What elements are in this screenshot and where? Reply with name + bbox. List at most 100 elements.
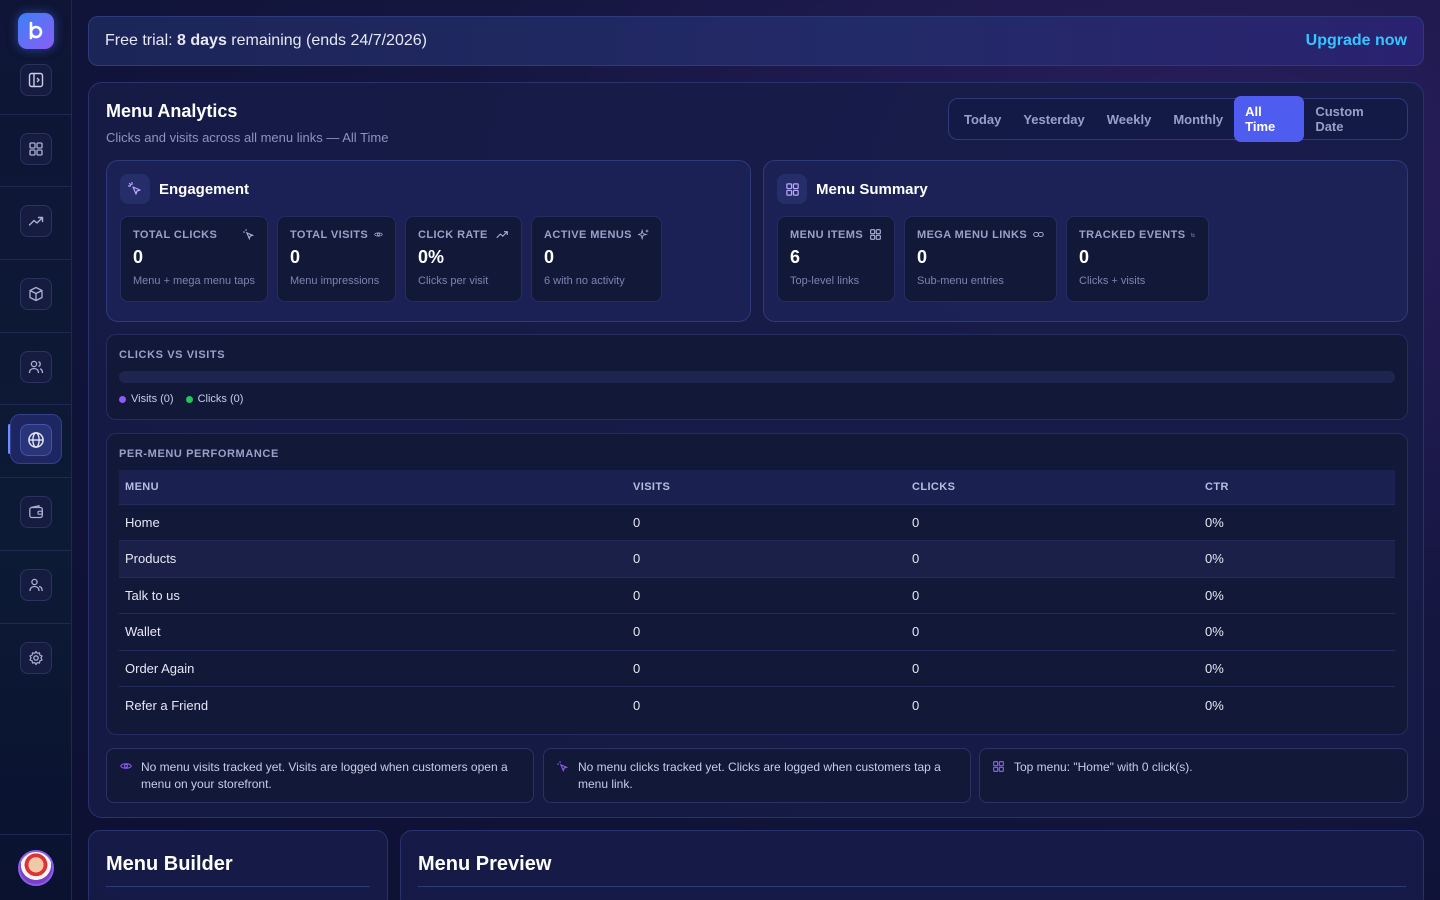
- sidebar-divider: [0, 114, 72, 115]
- app-logo[interactable]: [18, 13, 54, 49]
- sidebar-item-team[interactable]: [20, 569, 52, 601]
- cell-ctr: 0%: [1199, 649, 1395, 687]
- sidebar-item-storefront[interactable]: [20, 424, 52, 456]
- divider: [106, 886, 370, 887]
- trial-prefix: Free trial:: [105, 32, 173, 49]
- sidebar-item-dashboard[interactable]: [20, 133, 52, 165]
- grid-icon: [29, 142, 43, 156]
- cell-clicks: 0: [906, 540, 1199, 577]
- metric-value: 0: [133, 247, 144, 267]
- avatar[interactable]: [18, 850, 54, 886]
- table-row[interactable]: Refer a Friend 0 0 0%: [119, 686, 1395, 723]
- metric-sub: Top-level links: [790, 275, 860, 287]
- sidebar-divider: [0, 332, 72, 333]
- tab-all-time[interactable]: All Time: [1234, 96, 1305, 142]
- engagement-card: Engagement TOTAL CLICKS 0 Menu + mega me…: [106, 160, 751, 322]
- cell-clicks: 0: [906, 503, 1199, 541]
- column-header[interactable]: CTR: [1199, 470, 1395, 504]
- cell-menu: Order Again: [119, 649, 627, 687]
- menu-summary-card: Menu Summary MENU ITEMS 6 Top-level link…: [763, 160, 1408, 322]
- team-icon: [29, 578, 43, 592]
- sidebar-item-customers[interactable]: [20, 351, 52, 383]
- metric-value: 6: [790, 247, 801, 267]
- sidebar-divider: [0, 186, 72, 187]
- per-menu-performance-section: PER-MENU PERFORMANCE MENU VISITS CLICKS …: [106, 433, 1408, 735]
- metric-sub: 6 with no activity: [544, 275, 625, 287]
- panel-toggle-icon: [28, 72, 44, 88]
- table-row[interactable]: Products 0 0 0%: [119, 540, 1395, 577]
- metric-sub: Menu impressions: [290, 275, 380, 287]
- metric-label: CLICK RATE: [418, 228, 488, 241]
- legend-label: Clicks (0): [197, 393, 244, 405]
- sidebar-divider: [0, 477, 72, 478]
- cell-visits: 0: [627, 576, 906, 614]
- engagement-title: Engagement: [159, 180, 250, 198]
- divider: [418, 886, 1406, 887]
- column-header[interactable]: CLICKS: [906, 470, 1199, 504]
- wallet-icon: [29, 505, 43, 519]
- menu-analytics-panel: Menu Analytics Clicks and visits across …: [88, 82, 1424, 818]
- cell-clicks: 0: [906, 613, 1199, 650]
- page-subtitle: Clicks and visits across all menu links …: [106, 130, 389, 145]
- metric-label: MEGA MENU LINKS: [917, 228, 1028, 241]
- sparkle-click-icon: [243, 229, 255, 241]
- tab-weekly[interactable]: Weekly: [1096, 104, 1163, 135]
- link-icon: [1033, 231, 1044, 238]
- tab-custom-date[interactable]: Custom Date: [1304, 96, 1403, 142]
- cell-clicks: 0: [906, 686, 1199, 723]
- visits-note: No menu visits tracked yet. Visits are l…: [106, 748, 534, 803]
- menu-builder-title: Menu Builder: [106, 853, 233, 875]
- metric-label: MENU ITEMS: [790, 228, 864, 241]
- sidebar-item-products[interactable]: [20, 278, 52, 310]
- metric-mega-menu-links: MEGA MENU LINKS 0 Sub-menu entries: [904, 216, 1057, 302]
- legend-label: Visits (0): [131, 393, 174, 405]
- cell-ctr: 0%: [1199, 576, 1395, 614]
- sidebar-divider: [0, 259, 72, 260]
- performance-table: MENU VISITS CLICKS CTR Home 0 0 0% Products…: [119, 470, 1395, 723]
- metric-value: 0: [290, 247, 301, 267]
- metric-menu-items: MENU ITEMS 6 Top-level links: [777, 216, 895, 302]
- tab-monthly[interactable]: Monthly: [1162, 104, 1234, 135]
- cell-visits: 0: [627, 686, 906, 723]
- table-row[interactable]: Wallet 0 0 0%: [119, 613, 1395, 650]
- tab-today[interactable]: Today: [953, 104, 1012, 135]
- table-row[interactable]: Home 0 0 0%: [119, 503, 1395, 541]
- clicks-dot: [185, 395, 193, 403]
- cell-visits: 0: [627, 540, 906, 577]
- cell-menu: Refer a Friend: [119, 686, 627, 723]
- cell-clicks: 0: [906, 649, 1199, 687]
- menu-preview-card: Menu Preview: [400, 830, 1424, 900]
- eye-icon: [374, 232, 383, 237]
- metric-value: 0%: [418, 247, 445, 267]
- metric-active-menus: ACTIVE MENUS 0 6 with no activity: [531, 216, 662, 302]
- cell-menu: Home: [119, 503, 627, 541]
- sidebar-item-analytics[interactable]: [20, 205, 52, 237]
- sparkles-icon: [637, 228, 649, 241]
- clicks-vs-visits-section: CLICKS VS VISITS Visits (0) Clicks (0): [106, 334, 1408, 420]
- trial-days: 8 days: [177, 32, 227, 49]
- cell-ctr: 0%: [1199, 503, 1395, 541]
- table-row[interactable]: Order Again 0 0 0%: [119, 649, 1395, 687]
- note-text: No menu visits tracked yet. Visits are l…: [141, 760, 508, 791]
- sidebar-item-wallet[interactable]: [20, 496, 52, 528]
- metric-sub: Sub-menu entries: [917, 275, 1004, 287]
- trial-banner: Free trial: 8 days remaining (ends 24/7/…: [88, 16, 1424, 66]
- upgrade-link[interactable]: Upgrade now: [1306, 32, 1407, 50]
- metric-label: TRACKED EVENTS: [1079, 228, 1186, 241]
- column-header[interactable]: MENU: [119, 470, 627, 504]
- sidebar-item-settings[interactable]: [20, 642, 52, 674]
- table-row[interactable]: Talk to us 0 0 0%: [119, 576, 1395, 614]
- cell-visits: 0: [627, 503, 906, 541]
- tab-yesterday[interactable]: Yesterday: [1012, 104, 1095, 135]
- date-range-tabs: Today Yesterday Weekly Monthly All Time …: [948, 96, 1408, 142]
- grid-icon: [993, 761, 1004, 772]
- trial-text: Free trial: 8 days remaining (ends 24/7/…: [105, 32, 427, 50]
- metric-label: TOTAL CLICKS: [133, 228, 218, 241]
- sidebar-toggle-button[interactable]: [20, 64, 52, 96]
- column-header[interactable]: VISITS: [627, 470, 906, 504]
- note-text: No menu clicks tracked yet. Clicks are l…: [578, 760, 941, 791]
- metric-total-visits: TOTAL VISITS 0 Menu impressions: [277, 216, 396, 302]
- cell-menu: Products: [119, 540, 627, 577]
- legend: Visits (0) Clicks (0): [119, 393, 243, 405]
- sparkle-click-icon: [557, 761, 569, 773]
